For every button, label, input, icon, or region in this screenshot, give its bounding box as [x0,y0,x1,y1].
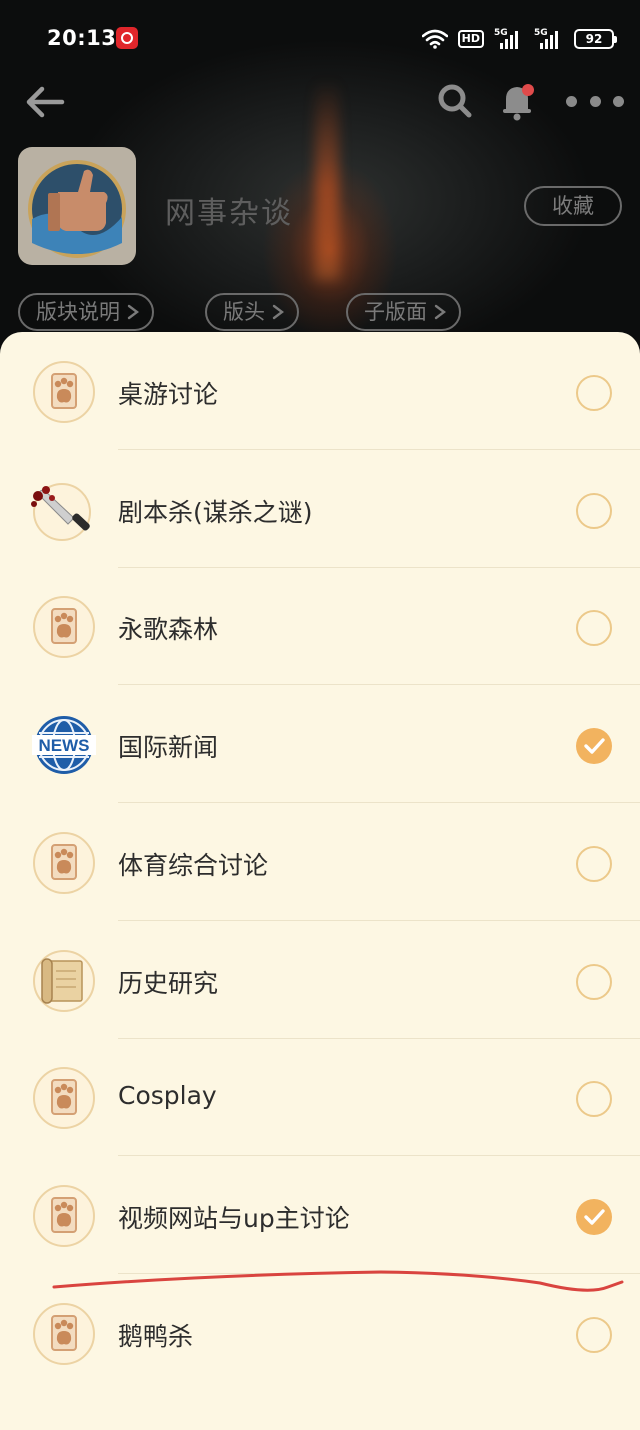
arrow-left-icon[interactable] [24,84,66,120]
checkbox-unchecked[interactable] [576,610,612,646]
sub-board-label: 国际新闻 [118,733,219,762]
sub-board-row[interactable]: NEWS 国际新闻 [0,685,640,803]
sub-board-row[interactable]: Cosplay [0,1038,640,1156]
sub-board-label: 视频网站与up主讨论 [118,1204,350,1233]
checkbox-unchecked[interactable] [576,964,612,1000]
sub-board-label: 历史研究 [118,969,219,998]
checkbox-unchecked[interactable] [576,375,612,411]
battery-level: 92 [585,32,603,46]
svg-text:NEWS: NEWS [39,736,90,755]
sub-board-label: 剧本杀(谋杀之谜) [118,498,313,527]
sub-board-label: 体育综合讨论 [118,851,269,880]
wifi-icon [421,29,448,49]
battery-icon: 92 [574,29,617,49]
chevron-right-icon [272,304,284,320]
sub-board-row[interactable]: 剧本杀(谋杀之谜) [0,450,640,568]
paw-default-icon [32,831,96,895]
chevron-right-icon [434,304,446,320]
search-icon[interactable] [436,82,474,120]
red-annotation-stroke [52,1270,624,1292]
paw-default-icon [32,1066,96,1130]
paw-default-icon [32,595,96,659]
checkbox-checked[interactable] [576,728,612,764]
top-nav [0,78,640,126]
paw-default-icon [32,360,96,424]
forum-avatar [18,147,136,265]
board-info-label: 版块说明 [36,300,120,324]
bloody-knife-icon [26,478,98,542]
board-header-label: 版头 [223,300,265,324]
sub-board-label: 桌游讨论 [118,380,219,409]
signal-5g-icon-2: 5G [534,28,564,50]
signal-5g-icon: 5G [494,28,524,50]
board-header-button[interactable]: 版头 [205,293,299,331]
sub-board-row[interactable]: 体育综合讨论 [0,803,640,921]
status-time: 20:13 [47,26,117,50]
forum-title: 网事杂谈 [165,196,293,231]
checkbox-unchecked[interactable] [576,1081,612,1117]
status-icons: HD 5G 5G 92 [421,24,617,54]
board-info-button[interactable]: 版块说明 [18,293,154,331]
checkbox-checked[interactable] [576,1199,612,1235]
favorite-button[interactable]: 收藏 [524,186,622,226]
paw-default-icon [32,1184,96,1248]
sub-board-row[interactable]: 永歌森林 [0,567,640,685]
sub-board-label: 鹅鸭杀 [118,1322,194,1351]
checkbox-unchecked[interactable] [576,846,612,882]
netease-music-icon [116,27,138,49]
more-horizontal-icon[interactable] [566,86,624,116]
sub-board-label: 永歌森林 [118,615,219,644]
scroll-icon [32,949,96,1013]
news-globe-icon: NEWS [32,713,96,777]
chevron-right-icon [127,304,139,320]
sub-board-button[interactable]: 子版面 [346,293,461,331]
sub-board-label: 子版面 [364,300,427,324]
thumbs-up-icon [28,160,126,258]
sub-board-row[interactable]: 历史研究 [0,921,640,1039]
hd-voice-badge: HD [457,30,484,48]
checkbox-unchecked[interactable] [576,1317,612,1353]
checkbox-unchecked[interactable] [576,493,612,529]
status-bar: 20:13 HD 5G 5G 92 [0,18,640,60]
bell-icon[interactable] [498,80,538,122]
sub-board-row[interactable]: 桌游讨论 [0,332,640,450]
sub-board-label: Cosplay [118,1081,217,1110]
